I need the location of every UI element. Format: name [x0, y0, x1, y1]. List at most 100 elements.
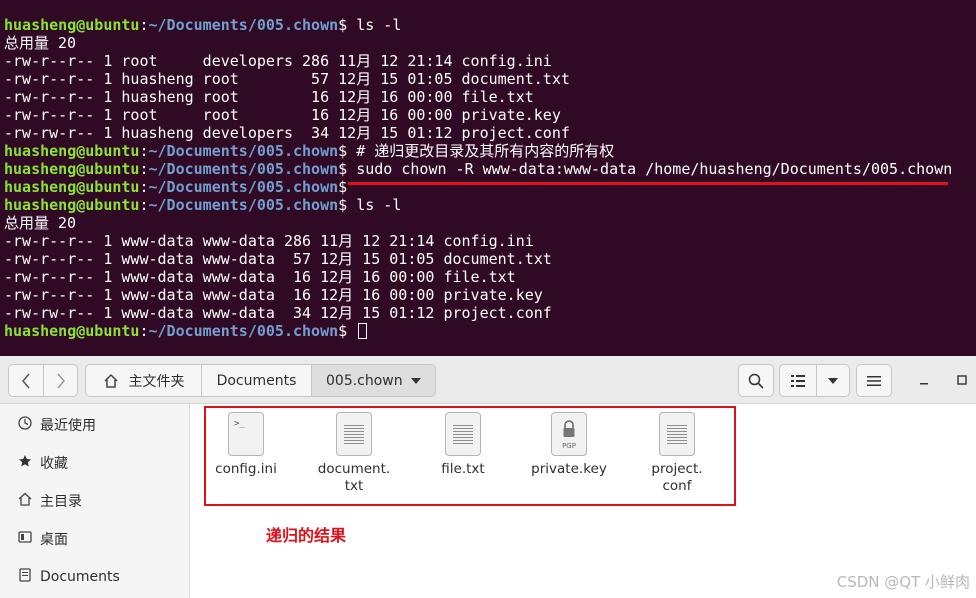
home-icon [16, 492, 34, 510]
output-text: -rw-r--r-- 1 www-data www-data 286 11月 1… [4, 232, 534, 250]
terminal-line: -rw-r--r-- 1 www-data www-data 57 12月 15… [0, 250, 976, 268]
breadcrumb-label: 005.chown [326, 372, 403, 389]
pgp-key-icon: PGP [551, 412, 587, 456]
prompt-separator: : [139, 160, 149, 178]
prompt-symbol: $ [338, 16, 348, 34]
terminal-line: huasheng@ubuntu:~/Documents/005.chown$ l… [0, 196, 976, 214]
output-text: -rw-r--r-- 1 www-data www-data 57 12月 15… [4, 250, 552, 268]
search-group [738, 364, 774, 397]
nav-buttons [8, 364, 78, 397]
breadcrumb-home[interactable]: 主文件夹 [86, 365, 201, 396]
sidebar-item-recent[interactable]: 最近使用 [0, 410, 190, 440]
file-item-file-txt[interactable]: file.txt [413, 412, 513, 478]
maximize-icon [957, 375, 967, 385]
document-icon [16, 568, 34, 586]
text-file-icon [659, 412, 695, 456]
prompt-symbol: $ [338, 196, 348, 214]
prompt-symbol: $ [338, 178, 348, 196]
prompt-path: ~/Documents/005.chown [148, 16, 339, 34]
prompt-separator: : [139, 142, 149, 160]
breadcrumb-current[interactable]: 005.chown [311, 365, 435, 396]
command-text: ls -l [347, 196, 402, 214]
prompt-path: ~/Documents/005.chown [148, 196, 339, 214]
chevron-left-icon [22, 373, 30, 388]
file-item-config-ini[interactable]: >_ config.ini [196, 412, 296, 478]
prompt-symbol: $ [338, 160, 348, 178]
minimize-button[interactable] [912, 368, 936, 392]
breadcrumb-label: 主文件夹 [128, 373, 185, 390]
header-bar: 主文件夹 Documents 005.chown [0, 356, 976, 404]
list-view-icon [791, 374, 805, 387]
breadcrumb: 主文件夹 Documents 005.chown [85, 364, 436, 397]
file-name: config.ini [215, 461, 277, 477]
sidebar-item-label: 主目录 [40, 494, 82, 510]
file-name: file.txt [441, 461, 485, 477]
sidebar-item-starred[interactable]: 收藏 [0, 448, 190, 478]
output-text: -rw-rw-r-- 1 huasheng developers 34 12月 … [4, 124, 570, 142]
prompt-path: ~/Documents/005.chown [148, 142, 339, 160]
terminal-window[interactable]: huasheng@ubuntu:~/Documents/005.chown$ l… [0, 0, 976, 356]
terminal-line: huasheng@ubuntu:~/Documents/005.chown$ [0, 322, 976, 340]
terminal-line: -rw-r--r-- 1 huasheng root 57 12月 15 01:… [0, 70, 976, 88]
menu-button[interactable] [857, 365, 891, 396]
prompt-path: ~/Documents/005.chown [148, 178, 339, 196]
terminal-line: -rw-r--r-- 1 www-data www-data 16 12月 16… [0, 286, 976, 304]
sidebar-item-desktop[interactable]: 桌面 [0, 524, 190, 554]
output-text: 总用量 20 [4, 214, 77, 232]
prompt-symbol: $ [338, 142, 348, 160]
sidebar-item-home[interactable]: 主目录 [0, 486, 190, 516]
file-item-project-conf[interactable]: project. conf [627, 412, 727, 495]
terminal-line: huasheng@ubuntu:~/Documents/005.chown$ [0, 178, 976, 196]
terminal-line: -rw-r--r-- 1 www-data www-data 286 11月 1… [0, 232, 976, 250]
file-name: document. txt [317, 461, 391, 494]
view-group [779, 364, 850, 397]
file-item-document-txt[interactable]: document. txt [304, 412, 404, 495]
sidebar-item-label: 最近使用 [40, 418, 96, 434]
breadcrumb-documents[interactable]: Documents [201, 365, 311, 396]
home-icon [103, 373, 118, 388]
output-text: 总用量 20 [4, 34, 77, 52]
terminal-line: -rw-r--r-- 1 www-data www-data 16 12月 16… [0, 268, 976, 286]
clock-icon [16, 416, 34, 434]
prompt-separator: : [139, 322, 149, 340]
sidebar-item-label: Documents [40, 569, 120, 585]
back-button[interactable] [9, 365, 43, 396]
sidebar: 最近使用 收藏 主目录 桌面 Documents [0, 404, 190, 598]
terminal-line: huasheng@ubuntu:~/Documents/005.chown$ #… [0, 142, 976, 160]
hamburger-icon [867, 375, 881, 386]
file-item-private-key[interactable]: PGP private.key [519, 412, 619, 478]
output-text: -rw-r--r-- 1 www-data www-data 16 12月 16… [4, 286, 543, 304]
list-view-button[interactable] [780, 365, 816, 396]
prompt-user: huasheng@ubuntu [4, 178, 140, 196]
terminal-line: -rw-r--r-- 1 huasheng root 16 12月 16 00:… [0, 88, 976, 106]
sidebar-item-label: 桌面 [40, 532, 68, 548]
highlight-underline [348, 182, 948, 185]
prompt-user: huasheng@ubuntu [4, 16, 140, 34]
output-text: -rw-r--r-- 1 huasheng root 16 12月 16 00:… [4, 88, 534, 106]
terminal-line: -rw-r--r-- 1 root root 16 12月 16 00:00 p… [0, 106, 976, 124]
forward-button[interactable] [43, 365, 77, 396]
prompt-separator: : [139, 196, 149, 214]
command-text: sudo chown -R www-data:www-data /home/hu… [347, 160, 953, 178]
command-text: ls -l [347, 16, 402, 34]
breadcrumb-label: Documents [216, 372, 297, 389]
prompt-separator: : [139, 16, 149, 34]
output-text: -rw-r--r-- 1 www-data www-data 16 12月 16… [4, 268, 516, 286]
terminal-line: -rw-rw-r-- 1 huasheng developers 34 12月 … [0, 124, 976, 142]
annotation-label: 递归的结果 [266, 526, 347, 545]
sidebar-item-label: 收藏 [40, 456, 68, 472]
prompt-user: huasheng@ubuntu [4, 322, 140, 340]
prompt-user: huasheng@ubuntu [4, 160, 140, 178]
output-text: -rw-r--r-- 1 root root 16 12月 16 00:00 p… [4, 106, 561, 124]
maximize-button[interactable] [950, 368, 974, 392]
file-manager-window: 主文件夹 Documents 005.chown 最近使用 收藏 主目录 桌面 … [0, 356, 976, 598]
sidebar-item-documents[interactable]: Documents [0, 562, 190, 592]
view-options-button[interactable] [816, 365, 849, 396]
output-text: -rw-rw-r-- 1 www-data www-data 34 12月 15… [4, 304, 552, 322]
search-button[interactable] [739, 365, 773, 396]
prompt-path: ~/Documents/005.chown [148, 322, 339, 340]
prompt-path: ~/Documents/005.chown [148, 160, 339, 178]
menu-group [856, 364, 892, 397]
terminal-cursor [358, 323, 368, 339]
watermark: CSDN @QT 小鲜肉 [836, 573, 970, 591]
